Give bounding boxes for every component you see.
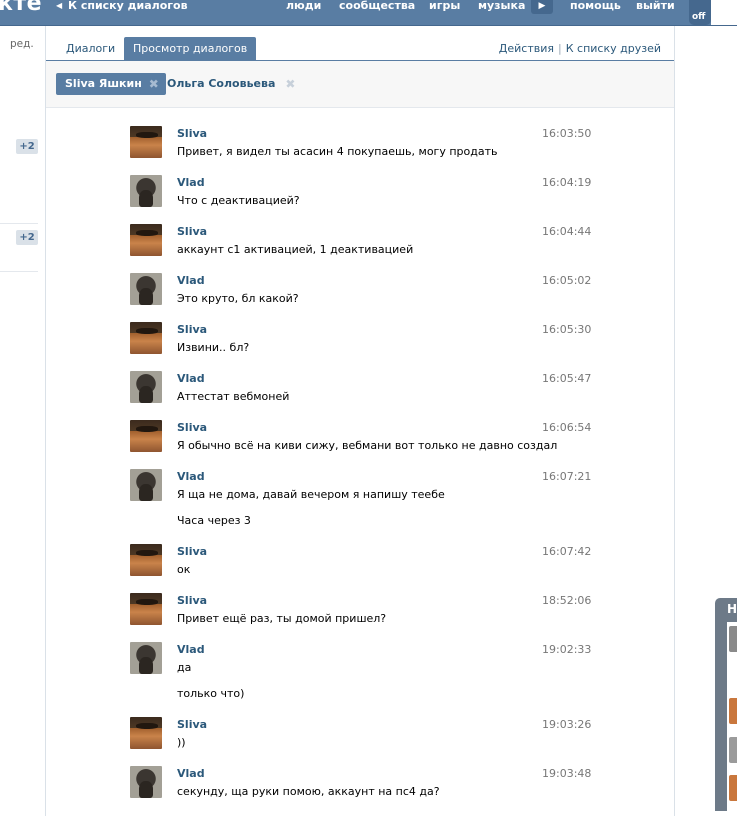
message-author[interactable]: Sliva	[177, 594, 207, 607]
floating-avatar[interactable]	[729, 775, 737, 801]
message-text: Это круто, бл какой?	[177, 292, 299, 305]
left-sidebar: ред. +2 +2	[0, 26, 45, 811]
avatar[interactable]	[130, 224, 162, 256]
message-time: 16:03:50	[542, 127, 592, 140]
dialog-participants-bar: Sliva Яшкин ✖ Ольга Соловьева ✖	[46, 61, 674, 108]
message-time: 16:04:19	[542, 176, 592, 189]
message-author[interactable]: Vlad	[177, 274, 205, 287]
message-time: 16:04:44	[542, 225, 592, 238]
nav-communities[interactable]: сообщества	[339, 0, 415, 12]
nav-people[interactable]: люди	[286, 0, 321, 12]
message-time: 16:05:47	[542, 372, 592, 385]
message-text: Привет ещё раз, ты домой пришел?	[177, 612, 387, 625]
message-time: 16:06:54	[542, 421, 592, 434]
right-edge	[711, 0, 737, 25]
nav-games[interactable]: игры	[429, 0, 460, 12]
edit-link[interactable]: ред.	[10, 38, 34, 50]
message-author[interactable]: Sliva	[177, 127, 207, 140]
site-logo[interactable]: кте	[0, 0, 42, 16]
to-friends-link[interactable]: К списку друзей	[566, 42, 661, 55]
dialog-view-panel: Диалоги Просмотр диалогов Действия | К спи…	[45, 26, 675, 816]
message-text: ))	[177, 736, 186, 749]
message-time: 16:05:30	[542, 323, 592, 336]
counter-badge[interactable]: +2	[16, 139, 38, 154]
message-time: 18:52:06	[542, 594, 592, 607]
message-time: 19:03:48	[542, 767, 592, 780]
tab-dialogs[interactable]: Диалоги	[66, 42, 115, 55]
message-author[interactable]: Vlad	[177, 176, 205, 189]
nav-music[interactable]: музыка	[478, 0, 525, 12]
message-author[interactable]: Sliva	[177, 718, 207, 731]
message-time: 19:02:33	[542, 643, 592, 656]
message-text: Что с деактивацией?	[177, 194, 300, 207]
message-text: секунду, ща руки помою, аккаунт на пс4 д…	[177, 785, 440, 798]
message-text: Извини.. бл?	[177, 341, 250, 354]
avatar[interactable]	[130, 126, 162, 158]
tab-view-dialogs[interactable]: Просмотр диалогов	[124, 37, 257, 60]
message-author[interactable]: Sliva	[177, 225, 207, 238]
message-author[interactable]: Vlad	[177, 643, 205, 656]
message-text: только что)	[177, 687, 245, 700]
message-author[interactable]: Vlad	[177, 372, 205, 385]
floating-avatar[interactable]	[729, 698, 737, 724]
message-time: 16:05:02	[542, 274, 592, 287]
message-text: Привет, я видел ты асасин 4 покупаешь, м…	[177, 145, 498, 158]
floating-avatar[interactable]	[729, 626, 737, 652]
nav-help[interactable]: помощь	[570, 0, 621, 12]
message-text: Аттестат вебмоней	[177, 390, 290, 403]
message-author[interactable]: Vlad	[177, 767, 205, 780]
message-time: 16:07:21	[542, 470, 592, 483]
avatar[interactable]	[130, 175, 162, 207]
message-author[interactable]: Vlad	[177, 470, 205, 483]
message-text: Я обычно всё на киви сижу, вебмани вот т…	[177, 439, 558, 452]
participant-chip-selected[interactable]: Sliva Яшкин ✖	[56, 73, 166, 95]
message-text: да	[177, 661, 192, 674]
participant-chip[interactable]: Ольга Соловьева ✖	[167, 73, 295, 95]
avatar[interactable]	[130, 420, 162, 452]
message-time: 19:03:26	[542, 718, 592, 731]
floating-avatar[interactable]	[729, 737, 737, 763]
message-time: 16:07:42	[542, 545, 592, 558]
message-author[interactable]: Sliva	[177, 323, 207, 336]
divider	[0, 271, 38, 272]
back-arrow-icon: ◀	[56, 1, 63, 10]
message-author[interactable]: Sliva	[177, 545, 207, 558]
floating-panel-heading: Н	[727, 602, 737, 616]
back-to-dialogs-link[interactable]: ◀ К списку диалогов	[56, 0, 188, 14]
avatar[interactable]	[130, 469, 162, 501]
avatar[interactable]	[130, 717, 162, 749]
back-to-dialogs-label: К списку диалогов	[68, 0, 188, 12]
music-play-icon[interactable]: ▶	[531, 0, 553, 14]
message-text: Часа через 3	[177, 514, 251, 527]
avatar[interactable]	[130, 371, 162, 403]
avatar[interactable]	[130, 322, 162, 354]
participant-name: Ольга Соловьева	[167, 77, 276, 90]
tab-actions-group: Действия | К списку друзей	[499, 42, 661, 55]
actions-link[interactable]: Действия	[499, 42, 554, 55]
remove-icon[interactable]: ✖	[149, 73, 159, 95]
separator: |	[558, 42, 562, 55]
counter-badge[interactable]: +2	[16, 230, 38, 245]
message-author[interactable]: Sliva	[177, 421, 207, 434]
avatar[interactable]	[130, 273, 162, 305]
nav-logout[interactable]: выйти	[636, 0, 675, 12]
remove-icon[interactable]: ✖	[285, 73, 295, 95]
avatar[interactable]	[130, 544, 162, 576]
divider	[0, 223, 38, 224]
off-toggle-button[interactable]: off	[689, 0, 711, 25]
avatar[interactable]	[130, 593, 162, 625]
tabs-bar: Диалоги Просмотр диалогов Действия | К спи…	[46, 26, 674, 61]
message-text: аккаунт с1 активацией, 1 деактивацией	[177, 243, 414, 256]
message-text: ок	[177, 563, 191, 576]
top-navigation-bar: кте ◀ К списку диалогов люди сообщества и…	[0, 0, 737, 26]
avatar[interactable]	[130, 642, 162, 674]
avatar[interactable]	[130, 766, 162, 798]
message-text: Я ща не дома, давай вечером я напишу тее…	[177, 488, 445, 501]
participant-name: Sliva Яшкин	[65, 77, 142, 90]
